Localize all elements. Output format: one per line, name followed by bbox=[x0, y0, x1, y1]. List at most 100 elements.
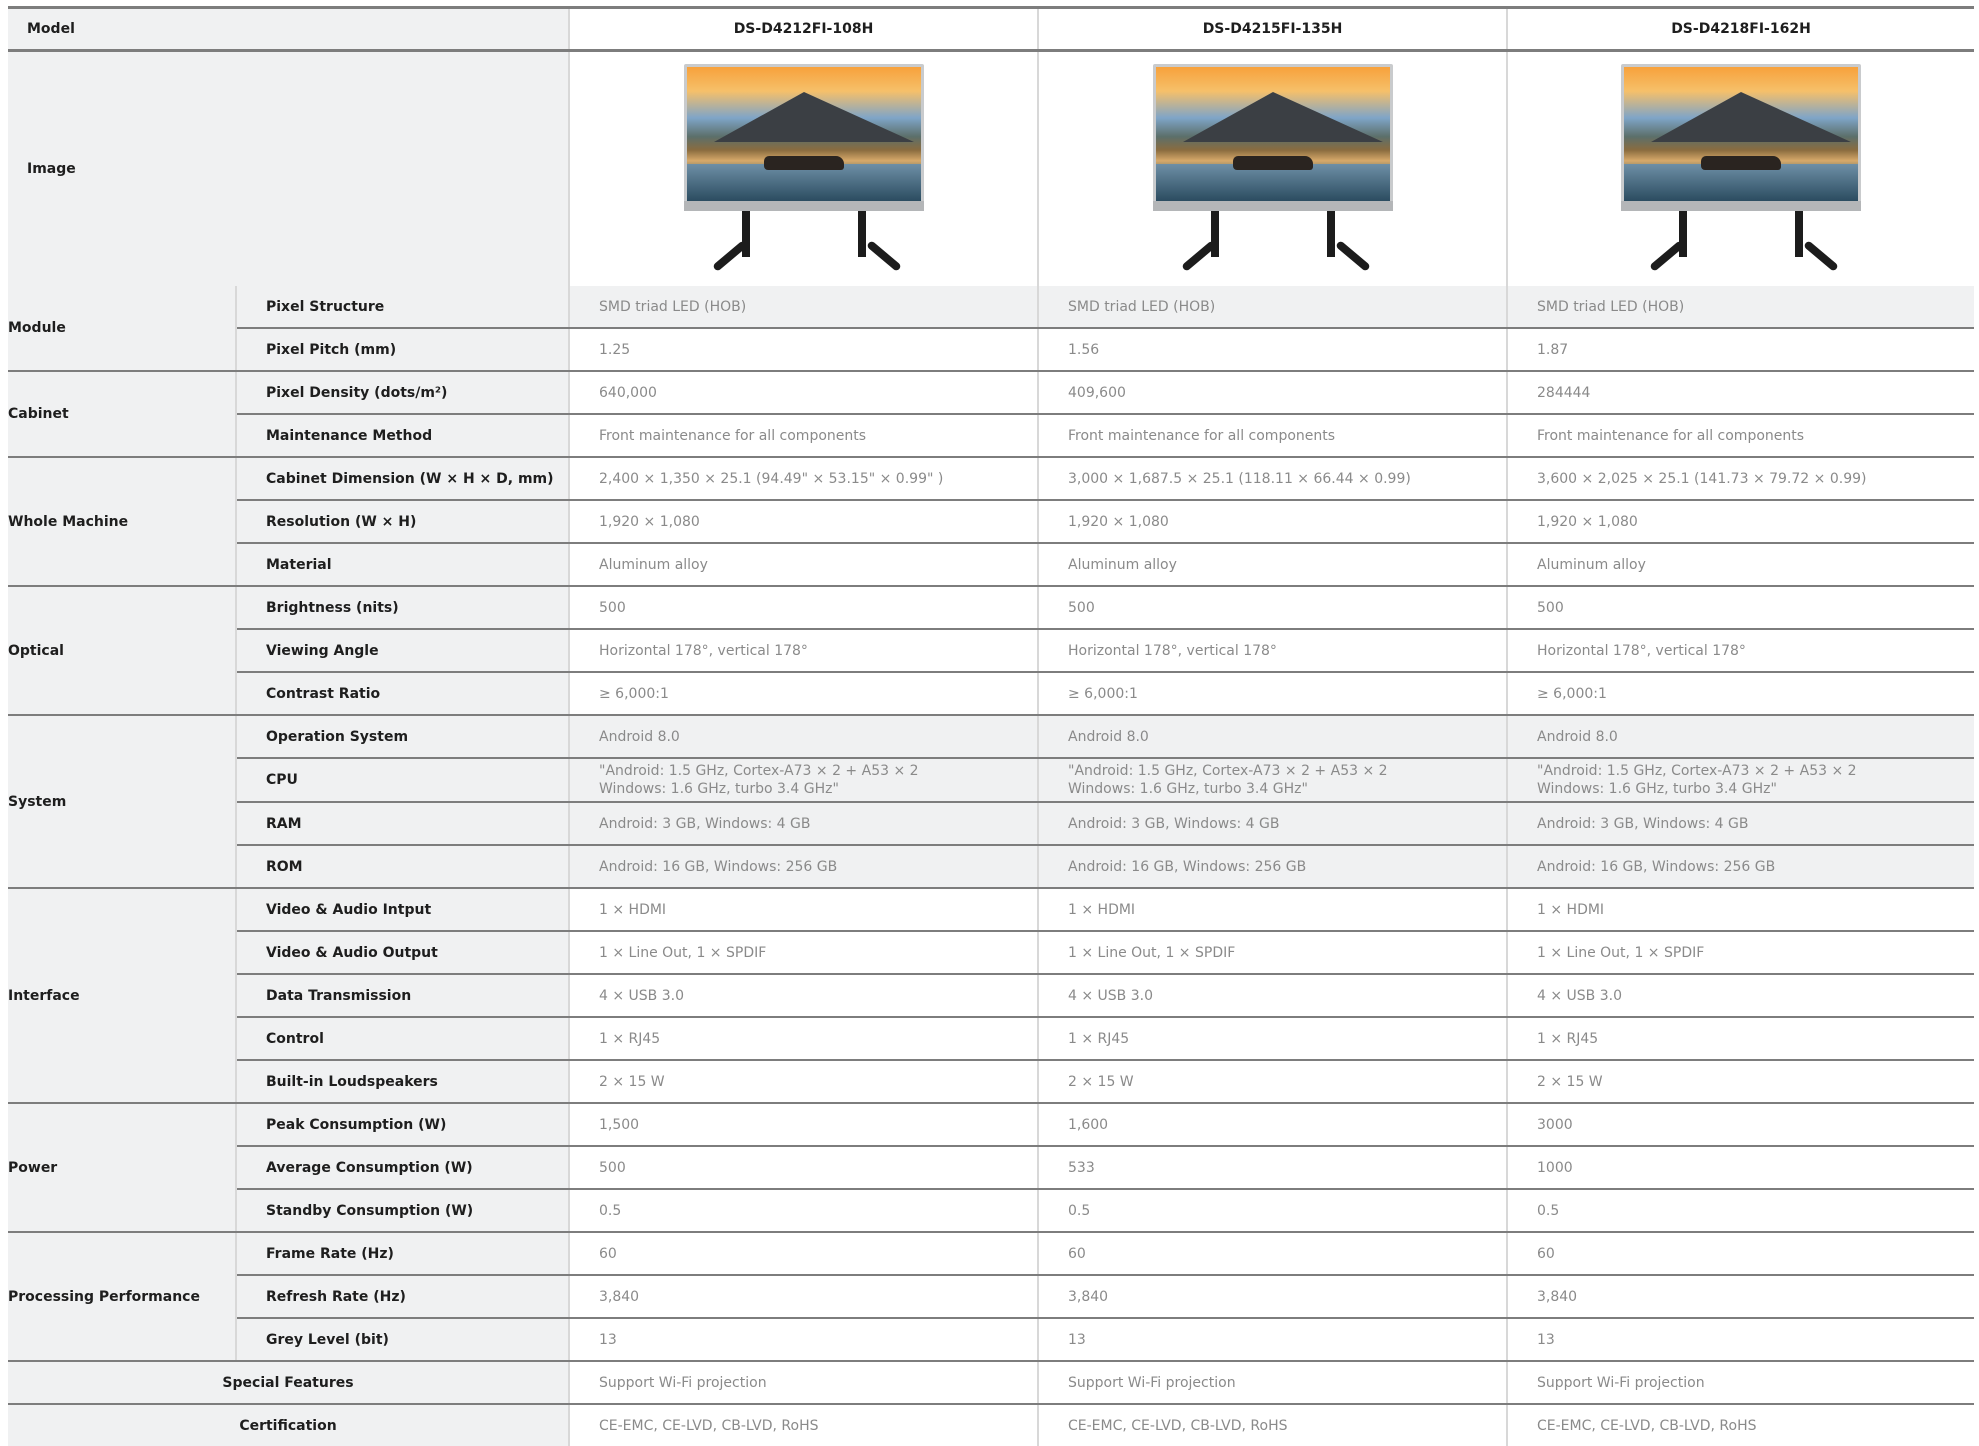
spec-row: Interface Video & Audio Intput 1 × HDMI … bbox=[8, 888, 1974, 1104]
param-label: Resolution (W × H) bbox=[236, 500, 570, 544]
param-value: 4 × USB 3.0 bbox=[1506, 974, 1974, 1018]
spec-row: Cabinet Pixel Density (dots/m²) 640,000 … bbox=[8, 371, 1974, 458]
spec-row: Module Pixel Structure SMD triad LED (HO… bbox=[8, 286, 1974, 372]
param-value: Front maintenance for all components bbox=[1037, 414, 1507, 458]
param-label: Grey Level (bit) bbox=[236, 1318, 570, 1362]
param-value: 1 × RJ45 bbox=[1506, 1017, 1974, 1061]
spec-row: Resolution (W × H) 1,920 × 1,080 1,920 ×… bbox=[8, 500, 1974, 544]
product-image-cell-2 bbox=[1037, 50, 1507, 286]
param-value: 1 × HDMI bbox=[568, 888, 1038, 932]
param-value: 640,000 bbox=[568, 371, 1038, 415]
group-label-power: Power bbox=[8, 1103, 237, 1233]
model-header-row: Model DS-D4212FI-108H DS-D4215FI-135H DS… bbox=[8, 6, 1974, 52]
param-value: Horizontal 178°, vertical 178° bbox=[1037, 629, 1507, 673]
param-value: 1,920 × 1,080 bbox=[1506, 500, 1974, 544]
param-value: Front maintenance for all components bbox=[568, 414, 1038, 458]
certification-label: Certification bbox=[8, 1404, 569, 1446]
param-value: 0.5 bbox=[568, 1189, 1038, 1233]
param-label: Pixel Density (dots/m²) bbox=[236, 371, 570, 415]
param-value: Android: 3 GB, Windows: 4 GB bbox=[1037, 802, 1507, 846]
param-value: 0.5 bbox=[1037, 1189, 1507, 1233]
param-value: Aluminum alloy bbox=[1506, 543, 1974, 587]
param-value: Aluminum alloy bbox=[568, 543, 1038, 587]
param-value: 1.87 bbox=[1506, 328, 1974, 372]
param-value: 4 × USB 3.0 bbox=[568, 974, 1038, 1018]
param-label: ROM bbox=[236, 845, 570, 889]
param-value: Android: 3 GB, Windows: 4 GB bbox=[568, 802, 1038, 846]
param-value: Front maintenance for all components bbox=[1506, 414, 1974, 458]
special-features-label: Special Features bbox=[8, 1361, 569, 1405]
certification-row: Certification CE-EMC, CE-LVD, CB-LVD, Ro… bbox=[8, 1404, 1974, 1446]
spec-row: Standby Consumption (W) 0.5 0.5 0.5 bbox=[8, 1189, 1974, 1233]
param-value: 284444 bbox=[1506, 371, 1974, 415]
param-value: 3,840 bbox=[568, 1275, 1038, 1319]
param-value: CE-EMC, CE-LVD, CB-LVD, RoHS bbox=[1506, 1404, 1974, 1446]
param-value: 3,600 × 2,025 × 25.1 (141.73 × 79.72 × 0… bbox=[1506, 457, 1974, 501]
image-label: Image bbox=[8, 50, 569, 286]
param-value: Android 8.0 bbox=[1037, 715, 1507, 759]
param-value: 1000 bbox=[1506, 1146, 1974, 1190]
group-label-module: Module bbox=[8, 286, 237, 372]
param-value: 1 × HDMI bbox=[1506, 888, 1974, 932]
led-display-on-stand-icon bbox=[683, 64, 924, 282]
spec-row: Video & Audio Output 1 × Line Out, 1 × S… bbox=[8, 931, 1974, 975]
product-image-cell-3 bbox=[1506, 50, 1974, 286]
param-label: Operation System bbox=[236, 715, 570, 759]
spec-row: Built-in Loudspeakers 2 × 15 W 2 × 15 W … bbox=[8, 1060, 1974, 1104]
param-label: Built-in Loudspeakers bbox=[236, 1060, 570, 1104]
param-value: Support Wi-Fi projection bbox=[1506, 1361, 1974, 1405]
spec-row: Power Peak Consumption (W) 1,500 1,600 3… bbox=[8, 1103, 1974, 1233]
param-value: "Android: 1.5 GHz, Cortex-A73 × 2 + A53 … bbox=[1506, 758, 1974, 803]
param-label: Cabinet Dimension (W × H × D, mm) bbox=[236, 457, 570, 501]
param-value: "Android: 1.5 GHz, Cortex-A73 × 2 + A53 … bbox=[568, 758, 1038, 803]
param-value: 13 bbox=[1506, 1318, 1974, 1362]
param-value: 1.56 bbox=[1037, 328, 1507, 372]
spec-row: Processing Performance Frame Rate (Hz) 6… bbox=[8, 1232, 1974, 1362]
param-value: 2 × 15 W bbox=[568, 1060, 1038, 1104]
param-label: Peak Consumption (W) bbox=[236, 1103, 570, 1147]
param-label: RAM bbox=[236, 802, 570, 846]
param-value: 1 × RJ45 bbox=[1037, 1017, 1507, 1061]
param-label: Refresh Rate (Hz) bbox=[236, 1275, 570, 1319]
spec-row: Data Transmission 4 × USB 3.0 4 × USB 3.… bbox=[8, 974, 1974, 1018]
param-label: CPU bbox=[236, 758, 570, 803]
spec-row: Grey Level (bit) 13 13 13 bbox=[8, 1318, 1974, 1362]
group-label-system: System bbox=[8, 715, 237, 889]
param-value: Android: 16 GB, Windows: 256 GB bbox=[1037, 845, 1507, 889]
led-display-on-stand-icon bbox=[1152, 64, 1393, 282]
param-value: Support Wi-Fi projection bbox=[1037, 1361, 1507, 1405]
param-value: SMD triad LED (HOB) bbox=[1037, 286, 1507, 329]
param-value: SMD triad LED (HOB) bbox=[568, 286, 1038, 329]
param-value: Horizontal 178°, vertical 178° bbox=[1506, 629, 1974, 673]
param-value: 60 bbox=[568, 1232, 1038, 1276]
param-value: Android: 3 GB, Windows: 4 GB bbox=[1506, 802, 1974, 846]
param-value: ≥ 6,000:1 bbox=[568, 672, 1038, 716]
group-label-processing-performance: Processing Performance bbox=[8, 1232, 237, 1362]
param-value: 3,840 bbox=[1506, 1275, 1974, 1319]
param-label: Brightness (nits) bbox=[236, 586, 570, 630]
group-label-optical: Optical bbox=[8, 586, 237, 716]
group-label-interface: Interface bbox=[8, 888, 237, 1104]
param-value: CE-EMC, CE-LVD, CB-LVD, RoHS bbox=[568, 1404, 1038, 1446]
spec-row: Contrast Ratio ≥ 6,000:1 ≥ 6,000:1 ≥ 6,0… bbox=[8, 672, 1974, 716]
param-value: 2,400 × 1,350 × 25.1 (94.49" × 53.15" × … bbox=[568, 457, 1038, 501]
param-value: 3,840 bbox=[1037, 1275, 1507, 1319]
group-label-cabinet: Cabinet bbox=[8, 371, 237, 458]
product-image-cell-1 bbox=[568, 50, 1038, 286]
spec-row: Control 1 × RJ45 1 × RJ45 1 × RJ45 bbox=[8, 1017, 1974, 1061]
param-label: Viewing Angle bbox=[236, 629, 570, 673]
spec-row: Material Aluminum alloy Aluminum alloy A… bbox=[8, 543, 1974, 587]
spec-row: System Operation System Android 8.0 Andr… bbox=[8, 715, 1974, 889]
param-value: 60 bbox=[1037, 1232, 1507, 1276]
param-value: 533 bbox=[1037, 1146, 1507, 1190]
param-value: Support Wi-Fi projection bbox=[568, 1361, 1038, 1405]
spec-row: ROM Android: 16 GB, Windows: 256 GB Andr… bbox=[8, 845, 1974, 889]
param-value: 1 × RJ45 bbox=[568, 1017, 1038, 1061]
param-value: 1,500 bbox=[568, 1103, 1038, 1147]
param-value: 1 × Line Out, 1 × SPDIF bbox=[1506, 931, 1974, 975]
param-value: CE-EMC, CE-LVD, CB-LVD, RoHS bbox=[1037, 1404, 1507, 1446]
spec-row: Average Consumption (W) 500 533 1000 bbox=[8, 1146, 1974, 1190]
param-value: Android: 16 GB, Windows: 256 GB bbox=[568, 845, 1038, 889]
param-label: Pixel Structure bbox=[236, 286, 570, 329]
param-value: 500 bbox=[568, 586, 1038, 630]
